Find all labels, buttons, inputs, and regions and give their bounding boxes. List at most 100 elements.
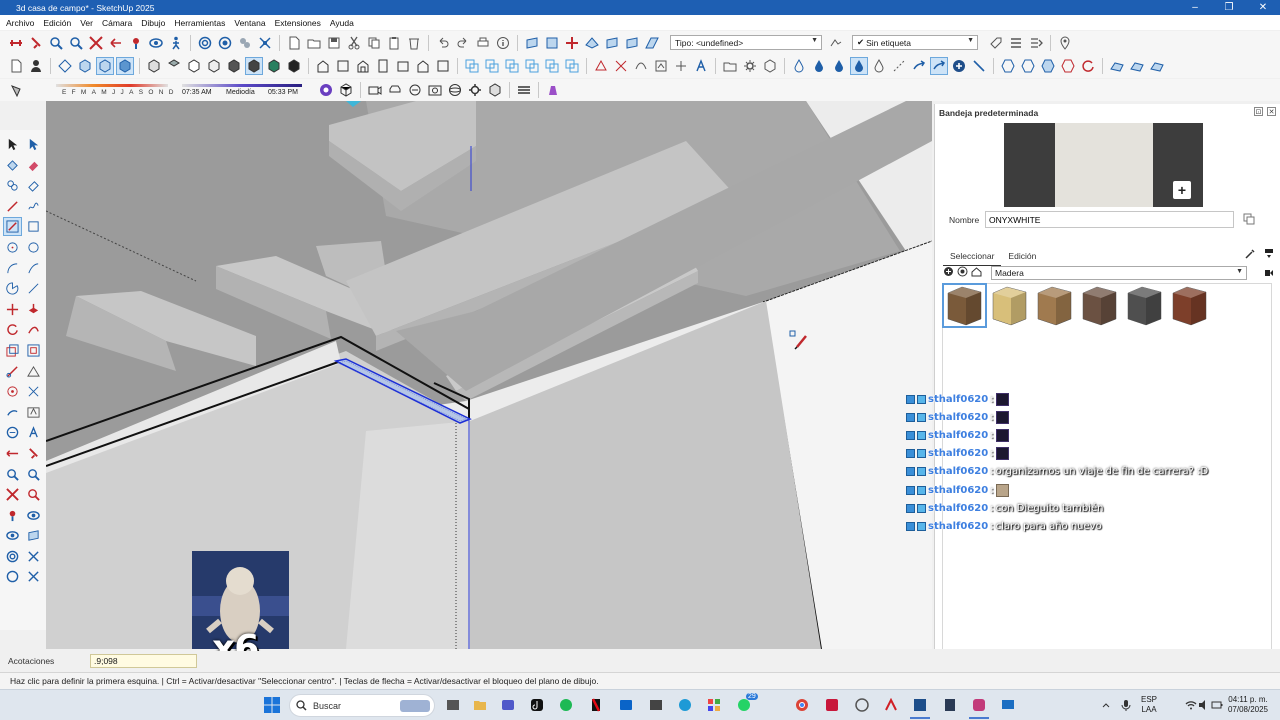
month-slider[interactable]: E F M A M J J A S O N D xyxy=(26,81,173,99)
gear-2-icon[interactable] xyxy=(467,82,483,98)
sandbox-2-icon[interactable] xyxy=(613,58,629,74)
library-details-icon[interactable] xyxy=(1264,268,1274,278)
menu-archivo[interactable]: Archivo xyxy=(6,18,34,28)
model-info-icon[interactable] xyxy=(495,35,511,51)
eraser-2-icon[interactable] xyxy=(25,177,42,194)
dimension-tool-icon[interactable] xyxy=(4,383,21,400)
hex-3-icon[interactable] xyxy=(1040,58,1056,74)
home-icon[interactable] xyxy=(971,266,982,277)
shadow-toggle-icon[interactable] xyxy=(8,82,24,98)
dimension-icon[interactable] xyxy=(8,35,24,51)
position-camera-tool-icon[interactable] xyxy=(4,507,21,524)
house-view-6-icon[interactable] xyxy=(415,58,431,74)
house-view-7-icon[interactable] xyxy=(435,58,451,74)
line-tool-icon[interactable] xyxy=(971,58,987,74)
terrain-1-icon[interactable] xyxy=(1109,58,1125,74)
front-view-icon[interactable] xyxy=(186,58,202,74)
zoom-window-icon[interactable] xyxy=(68,35,84,51)
group-1-icon[interactable] xyxy=(464,58,480,74)
outliner-icon[interactable] xyxy=(1008,35,1024,51)
polygon-tool-icon[interactable] xyxy=(25,239,42,256)
menu-herramientas[interactable]: Herramientas xyxy=(174,18,225,28)
hex-1-icon[interactable] xyxy=(1000,58,1016,74)
zoom-window-tool-icon[interactable] xyxy=(25,466,42,483)
camera-2-icon[interactable] xyxy=(427,82,443,98)
eye-tool-icon[interactable] xyxy=(4,527,21,544)
acrobat-icon[interactable] xyxy=(881,695,901,715)
text-tool-icon[interactable] xyxy=(693,58,709,74)
rectangle-tool-icon[interactable] xyxy=(3,217,22,237)
material-name-input[interactable] xyxy=(985,211,1234,228)
clock[interactable]: 04:11 p. m. 07/08/2025 xyxy=(1224,695,1272,715)
terrain-3-icon[interactable] xyxy=(1149,58,1165,74)
tiktok-icon[interactable] xyxy=(527,695,547,715)
text-a-icon[interactable] xyxy=(25,424,42,441)
menu-extensiones[interactable]: Extensiones xyxy=(275,18,321,28)
walk-icon[interactable] xyxy=(168,35,184,51)
arc-3-tool-icon[interactable] xyxy=(25,280,42,297)
time-slider[interactable]: 07:35 AM Mediodía 05:33 PM xyxy=(182,81,312,99)
select-2-icon[interactable] xyxy=(25,136,42,153)
orbit-4-tool-icon[interactable] xyxy=(4,568,21,585)
erase-icon[interactable] xyxy=(406,35,422,51)
desktop-icon[interactable] xyxy=(998,695,1018,715)
undo-icon[interactable] xyxy=(435,35,451,51)
teams-icon[interactable] xyxy=(498,695,518,715)
paint-tool-icon[interactable] xyxy=(25,445,42,462)
purple-shape-icon[interactable] xyxy=(545,82,561,98)
new-icon[interactable] xyxy=(8,58,24,74)
house-view-4-icon[interactable] xyxy=(375,58,391,74)
text-3d-icon[interactable] xyxy=(25,404,42,421)
paint-bucket-icon[interactable] xyxy=(4,157,21,174)
zoom-tool-icon[interactable] xyxy=(4,466,21,483)
language-indicator[interactable]: ESP LAA xyxy=(1141,695,1157,715)
zoom-extents-tool-icon[interactable] xyxy=(4,486,21,503)
netflix-icon[interactable] xyxy=(586,695,606,715)
group-3-icon[interactable] xyxy=(504,58,520,74)
copy-material-icon[interactable] xyxy=(1243,213,1255,225)
house-view-5-icon[interactable] xyxy=(395,58,411,74)
eyedropper-icon[interactable] xyxy=(1245,248,1256,259)
section-tool-icon[interactable] xyxy=(25,527,42,544)
menu-ventana[interactable]: Ventana xyxy=(234,18,265,28)
menu-edicion[interactable]: Edición xyxy=(43,18,71,28)
move-tool-icon[interactable] xyxy=(4,301,21,318)
close-tray-icon[interactable]: ✕ xyxy=(1267,107,1276,116)
pin-icon[interactable]: ⊡ xyxy=(1254,107,1263,116)
back-icon[interactable] xyxy=(943,266,954,277)
material-swatch-3[interactable] xyxy=(1079,285,1120,326)
scale-tool-icon[interactable] xyxy=(4,342,21,359)
previous-tool-icon[interactable] xyxy=(25,486,42,503)
sphere-icon[interactable] xyxy=(447,82,463,98)
house-view-1-icon[interactable] xyxy=(315,58,331,74)
mic-icon[interactable] xyxy=(1116,695,1136,715)
move-arrow-icon[interactable] xyxy=(911,58,927,74)
location-pin-icon[interactable] xyxy=(1057,35,1073,51)
details-icon[interactable] xyxy=(1264,248,1274,259)
terrain-2-icon[interactable] xyxy=(1129,58,1145,74)
look-around-icon[interactable] xyxy=(148,35,164,51)
lines-icon[interactable] xyxy=(516,82,532,98)
purple-circle-icon[interactable] xyxy=(318,82,334,98)
outlook-icon[interactable] xyxy=(616,695,636,715)
type-combo[interactable]: Tipo: <undefined> ▼ xyxy=(670,35,822,50)
gear-icon[interactable] xyxy=(742,58,758,74)
style-wireframe-icon[interactable] xyxy=(96,57,114,75)
copy-icon[interactable] xyxy=(366,35,382,51)
style-shaded-icon[interactable] xyxy=(116,57,134,75)
menu-ayuda[interactable]: Ayuda xyxy=(330,18,354,28)
paint-red-icon[interactable] xyxy=(28,35,44,51)
file-explorer-icon[interactable] xyxy=(470,695,490,715)
task-view-icon[interactable] xyxy=(443,695,463,715)
orbit-2-icon[interactable] xyxy=(217,35,233,51)
section-plane-icon[interactable] xyxy=(524,35,540,51)
tab-select[interactable]: Seleccionar xyxy=(943,249,1002,266)
material-swatch-2[interactable] xyxy=(1034,285,1075,326)
create-material-button[interactable]: + xyxy=(1173,181,1191,199)
drop-2-icon[interactable] xyxy=(811,58,827,74)
material-swatch-4[interactable] xyxy=(1124,285,1165,326)
menu-ver[interactable]: Ver xyxy=(80,18,93,28)
menu-camara[interactable]: Cámara xyxy=(102,18,132,28)
tab-edit[interactable]: Edición xyxy=(1001,249,1043,266)
news-icon[interactable] xyxy=(646,695,666,715)
